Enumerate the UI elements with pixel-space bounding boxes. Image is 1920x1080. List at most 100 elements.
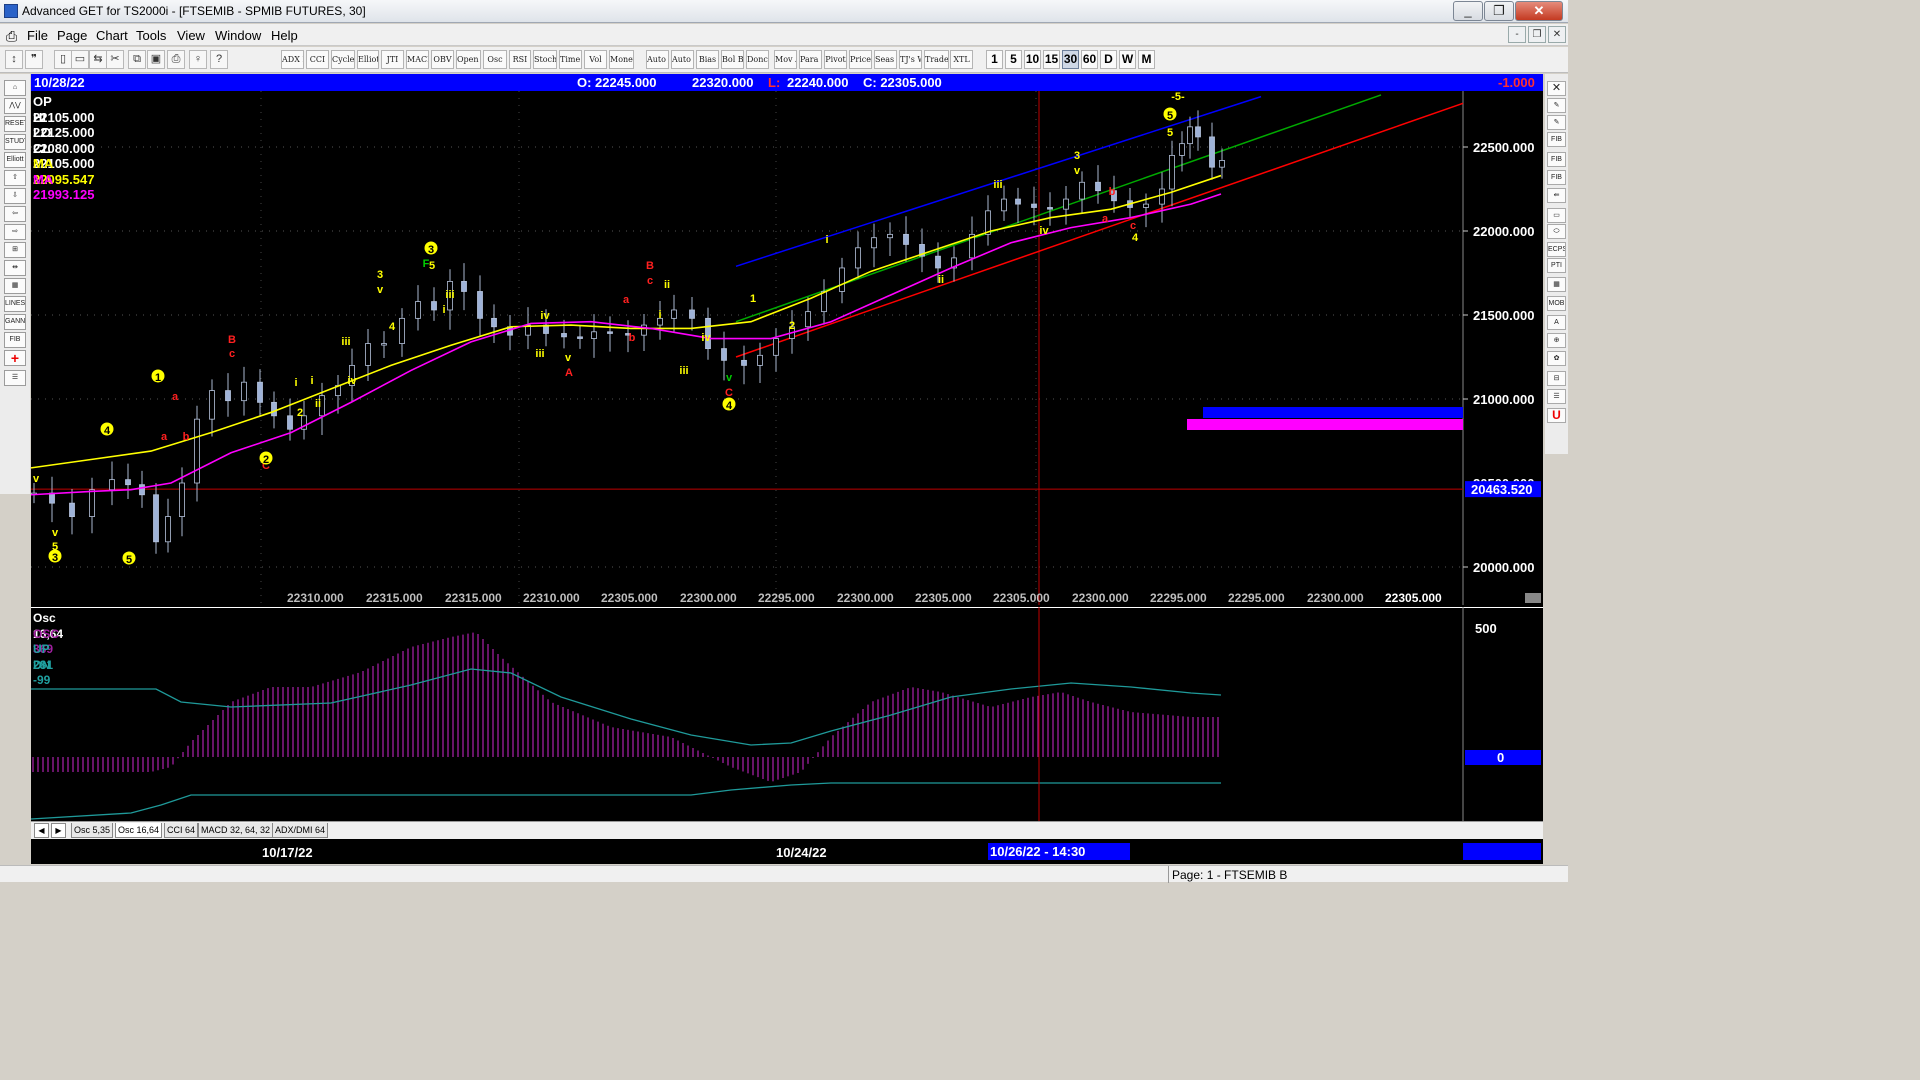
quote-icon[interactable]: ❞ [25, 50, 43, 69]
oscillator-tab[interactable]: Osc 5,35 [71, 823, 114, 838]
menu-window[interactable]: Window [215, 28, 261, 43]
tool-lines-icon[interactable]: LINES [4, 296, 26, 312]
right-tool-ellipse-icon[interactable]: ⬭ [1547, 224, 1566, 239]
tool-list-icon[interactable]: ☰ [4, 370, 26, 386]
study-button-tj-s-web[interactable]: TJ's Web [899, 50, 922, 69]
study-button-osc[interactable]: Osc [483, 50, 507, 69]
right-tool-a-icon[interactable]: A [1547, 315, 1566, 330]
study-button-rsi[interactable]: RSI [509, 50, 531, 69]
right-tool-box-icon[interactable]: ▭ [1547, 208, 1566, 223]
new-icon[interactable]: ▯ [54, 50, 72, 69]
right-tool-pti-icon[interactable]: PTI [1547, 258, 1566, 273]
right-tool-ecps-icon[interactable]: ECPS [1547, 242, 1566, 257]
right-tool-fib-ret-icon[interactable]: FIB RET [1547, 132, 1566, 147]
study-button-money-flow[interactable]: Money Flow [609, 50, 634, 69]
study-button-donch[interactable]: Donch [746, 50, 769, 69]
tool-fib-icon[interactable]: ⊞ [4, 242, 26, 258]
study-button-price-clust[interactable]: Price Clust [849, 50, 872, 69]
study-button-jti[interactable]: JTI [381, 50, 404, 69]
menu-view[interactable]: View [177, 28, 205, 43]
mdi-minimize-button[interactable]: - [1508, 26, 1526, 43]
study-button-cycles[interactable]: Cycles [331, 50, 355, 69]
study-button-para-bolic[interactable]: Para bolic [799, 50, 822, 69]
tool-up-arrow-icon[interactable]: ⇧ [4, 170, 26, 186]
oscillator-tab[interactable]: CCI 64 [164, 823, 199, 838]
menu-tools[interactable]: Tools [136, 28, 166, 43]
study-button-cci[interactable]: CCI [306, 50, 329, 69]
tool-down-arrow-icon[interactable]: ⇩ [4, 188, 26, 204]
oscillator-tab[interactable]: ADX/DMI 64 [272, 823, 329, 838]
timeframe-60[interactable]: 60 [1081, 50, 1098, 69]
tab-prev-icon[interactable]: ◀ [34, 823, 49, 838]
right-tool-list-icon[interactable]: ☰ [1547, 389, 1566, 404]
menu-file[interactable]: File [27, 28, 48, 43]
doc-icon[interactable]: ⎙ [6, 28, 17, 45]
study-button-seas-onals[interactable]: Seas onals [874, 50, 897, 69]
study-button-mov-ave[interactable]: Mov Ave [774, 50, 797, 69]
tool-fib2-icon[interactable]: FIB [4, 332, 26, 348]
tool-gann-icon[interactable]: GANN [4, 314, 26, 330]
price-chart[interactable]: 22500.000 22000.000 21500.000 21000.000 2000… [31, 91, 1543, 605]
right-tool-u-icon[interactable]: U [1547, 408, 1566, 423]
mdi-close-button[interactable]: ✕ [1548, 26, 1566, 43]
right-tool-arrows-icon[interactable]: ⇚ [1547, 188, 1566, 203]
right-tool-fib-time-icon[interactable]: FIB TIME [1547, 170, 1566, 185]
study-button-xtl[interactable]: XTL [950, 50, 973, 69]
tool-study-icon[interactable]: STUDY [4, 134, 26, 150]
minimize-button[interactable]: _ [1453, 1, 1483, 21]
right-tool-zoom-icon[interactable]: ⊕ [1547, 333, 1566, 348]
info-icon[interactable]: ♀ [189, 50, 207, 69]
timeframe-d[interactable]: D [1100, 50, 1117, 69]
study-button-bias[interactable]: Bias [696, 50, 719, 69]
timeframe-5[interactable]: 5 [1005, 50, 1022, 69]
oscillator-chart[interactable]: 500 0 [31, 607, 1543, 821]
study-button-macd[interactable]: MACD [406, 50, 429, 69]
timeframe-30[interactable]: 30 [1062, 50, 1079, 69]
study-button-stoch[interactable]: Stoch [533, 50, 557, 69]
study-button-time-clust[interactable]: Time Clust [559, 50, 582, 69]
study-button-pivot[interactable]: Pivot [824, 50, 847, 69]
timeframe-10[interactable]: 10 [1024, 50, 1041, 69]
right-tool-paint-icon[interactable]: ✿ [1547, 351, 1566, 366]
tool-cross-icon[interactable]: ⇹ [4, 260, 26, 276]
study-button-trade-profile[interactable]: Trade Profile [924, 50, 949, 69]
save-icon[interactable]: ⇆ [89, 50, 107, 69]
chart-window[interactable]: 10/28/22 O: 22245.000 22320.000 L: 22240… [31, 74, 1543, 864]
timeframe-m[interactable]: M [1138, 50, 1155, 69]
timeframe-15[interactable]: 15 [1043, 50, 1060, 69]
help-icon[interactable]: ? [210, 50, 228, 69]
right-tool-pen-icon[interactable]: ✎ [1547, 98, 1566, 113]
print-icon[interactable]: ⎙ [167, 50, 185, 69]
tool-left-arrow-icon[interactable]: ⇦ [4, 206, 26, 222]
right-tool-fib-ext-icon[interactable]: FIB EXT [1547, 152, 1566, 167]
right-tool-mob-icon[interactable]: MOB [1547, 296, 1566, 311]
right-tool-x-icon[interactable]: ✕ [1547, 81, 1566, 96]
tool-elliott-group-icon[interactable]: ⋀⋁ [4, 98, 26, 114]
tool-open-icon[interactable]: ⌂ [4, 80, 26, 96]
tool-grid-icon[interactable]: ▦ [4, 278, 26, 294]
cut-icon[interactable]: ✂ [106, 50, 124, 69]
tool-elliott-icon[interactable]: Elliott [4, 152, 26, 168]
tool-plus-icon[interactable]: + [4, 350, 26, 366]
restore-button[interactable]: ❐ [1484, 1, 1514, 21]
paste-icon[interactable]: ▣ [147, 50, 165, 69]
study-button-auto-gann[interactable]: Auto Gann [646, 50, 669, 69]
study-button-obv[interactable]: OBV [431, 50, 454, 69]
menu-help[interactable]: Help [271, 28, 298, 43]
tool-right-arrow-icon[interactable]: ⇨ [4, 224, 26, 240]
study-button-bol-band[interactable]: Bol Band [721, 50, 744, 69]
timeframe-1[interactable]: 1 [986, 50, 1003, 69]
menu-page[interactable]: Page [57, 28, 87, 43]
study-button-adx-dmi[interactable]: ADX DMI [281, 50, 304, 69]
study-button-open-int[interactable]: Open Int [456, 50, 481, 69]
tool-reset-icon[interactable]: RESET [4, 116, 26, 132]
right-tool-grid-icon[interactable]: ▦ [1547, 277, 1566, 292]
pointer-icon[interactable]: ↕ [5, 50, 23, 69]
copy-icon[interactable]: ⧉ [128, 50, 146, 69]
right-tool-ruler-icon[interactable]: ⊟ [1547, 371, 1566, 386]
study-button-auto-trend[interactable]: Auto Trend [671, 50, 694, 69]
date-axis-scroll[interactable] [1463, 843, 1541, 860]
right-tool-pen2-icon[interactable]: ✎ [1547, 115, 1566, 130]
tab-next-icon[interactable]: ▶ [51, 823, 66, 838]
mdi-restore-button[interactable]: ❐ [1528, 26, 1546, 43]
